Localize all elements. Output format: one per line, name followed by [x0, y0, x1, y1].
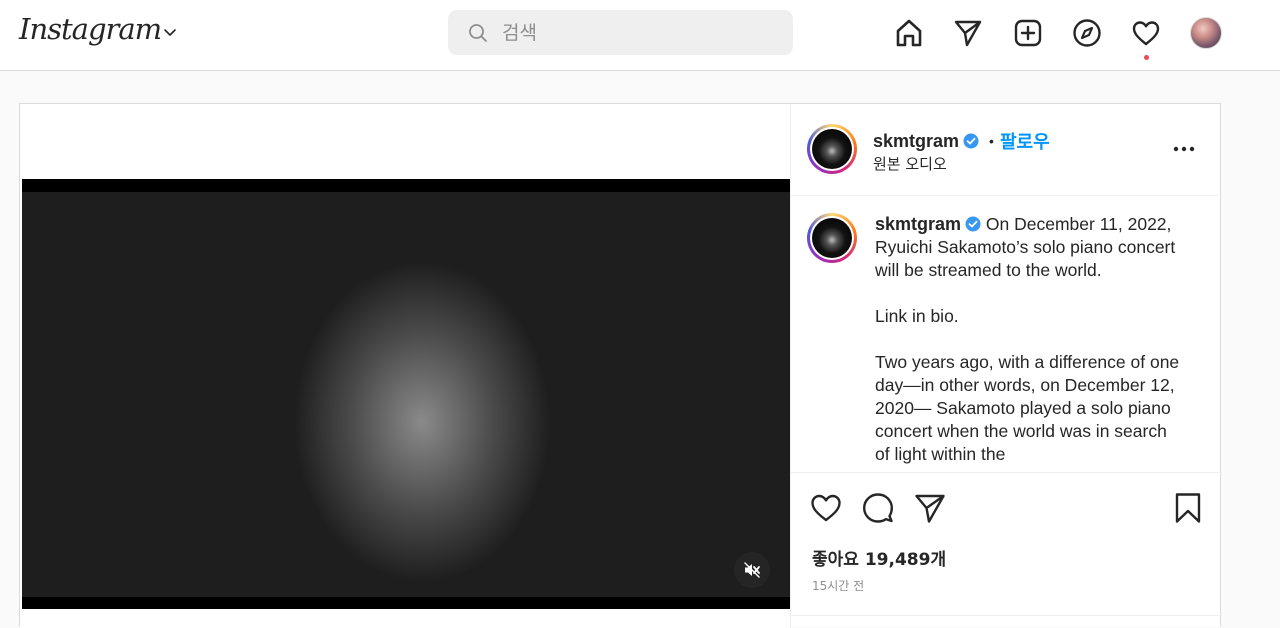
profile-avatar[interactable] — [1190, 17, 1222, 49]
caption-paragraph: Link in bio. — [875, 306, 959, 326]
verified-badge-icon — [963, 133, 979, 149]
comment-icon[interactable] — [861, 491, 895, 525]
verified-badge-icon — [965, 216, 981, 232]
home-icon[interactable] — [892, 16, 926, 50]
search-input[interactable] — [502, 10, 772, 55]
instagram-logo[interactable]: Instagram — [19, 12, 162, 46]
post-actions: 좋아요 19,489개 15시간 전 — [791, 472, 1222, 628]
chevron-down-icon[interactable] — [162, 24, 178, 40]
author-avatar[interactable] — [807, 124, 857, 174]
separator: • — [989, 133, 994, 149]
caption-area: skmtgram On December 11, 2022, Ryuichi S… — [791, 197, 1222, 472]
follow-button[interactable]: 팔로우 — [1000, 128, 1050, 154]
video-player[interactable] — [22, 179, 790, 609]
video-frame[interactable] — [22, 192, 790, 597]
top-navigation: Instagram — [0, 0, 1280, 71]
mute-button[interactable] — [734, 552, 770, 588]
post-timestamp[interactable]: 15시간 전 — [812, 577, 864, 594]
heart-icon[interactable] — [1129, 16, 1163, 50]
caption-paragraph: Two years ago, with a difference of one … — [875, 352, 1180, 464]
caption-text: skmtgram On December 11, 2022, Ryuichi S… — [875, 213, 1185, 472]
post-media — [20, 104, 790, 628]
more-options-icon[interactable] — [1171, 139, 1197, 159]
likes-count[interactable]: 좋아요 19,489개 — [812, 545, 946, 570]
post-card: skmtgram • 팔로우 원본 오디오 skmtgram On Decemb… — [19, 103, 1222, 628]
post-sidebar: skmtgram • 팔로우 원본 오디오 skmtgram On Decemb… — [790, 104, 1222, 628]
save-bookmark-icon[interactable] — [1171, 491, 1205, 525]
muted-speaker-icon — [744, 562, 760, 578]
new-post-icon[interactable] — [1011, 16, 1045, 50]
caption-username[interactable]: skmtgram — [875, 214, 961, 234]
notification-dot — [1144, 55, 1149, 60]
send-icon[interactable] — [951, 16, 985, 50]
post-header: skmtgram • 팔로우 원본 오디오 — [791, 104, 1222, 196]
search-icon — [469, 24, 487, 42]
explore-icon[interactable] — [1070, 16, 1104, 50]
share-icon[interactable] — [913, 491, 947, 525]
divider — [791, 615, 1222, 616]
audio-label[interactable]: 원본 오디오 — [873, 153, 947, 174]
author-username[interactable]: skmtgram — [873, 131, 959, 152]
caption-author-avatar[interactable] — [807, 213, 857, 263]
like-heart-icon[interactable] — [809, 491, 843, 525]
search-box[interactable] — [448, 10, 793, 55]
